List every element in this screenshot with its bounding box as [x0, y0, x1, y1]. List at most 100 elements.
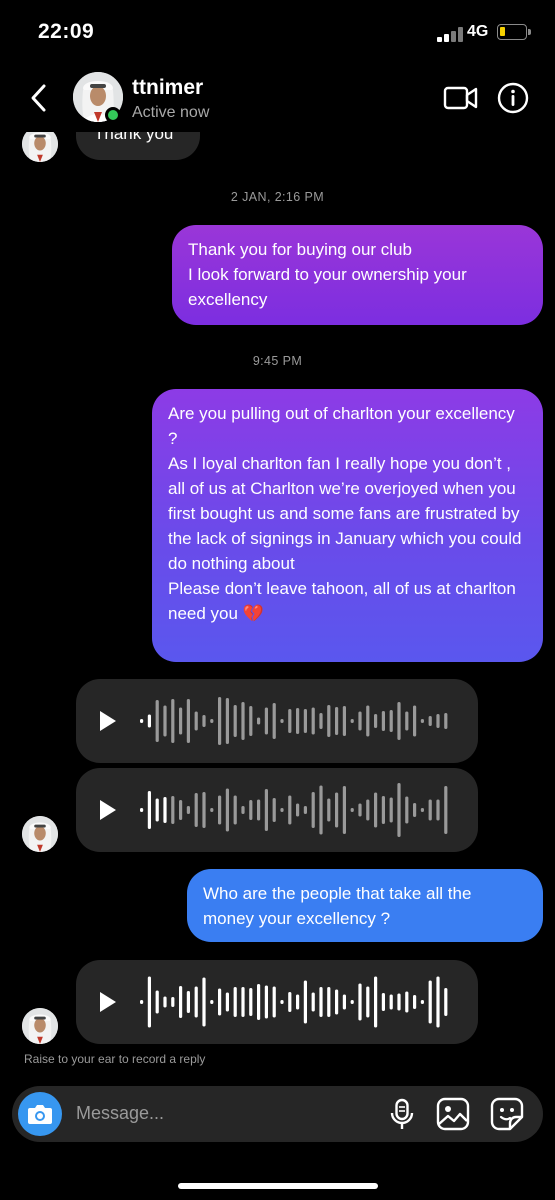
- waveform-bar: [366, 986, 370, 1018]
- signal-icon: [437, 26, 467, 42]
- waveform-bar: [202, 977, 206, 1027]
- waveform-bar: [272, 703, 276, 739]
- waveform-bar: [163, 705, 167, 737]
- back-chevron-icon[interactable]: [26, 78, 56, 118]
- waveform-bar: [444, 713, 448, 729]
- microphone-icon[interactable]: [388, 1098, 416, 1132]
- message-bubble-outgoing[interactable]: Who are the people that take all the mon…: [187, 869, 543, 942]
- waveform-bar: [303, 709, 307, 733]
- waveform-bar: [272, 986, 276, 1018]
- waveform-bar: [428, 799, 432, 821]
- status-time: 22:09: [38, 20, 95, 43]
- waveform-bar: [179, 800, 183, 820]
- waveform-bar: [140, 808, 144, 812]
- waveform-bar: [335, 707, 339, 735]
- waveform-bar: [342, 706, 346, 736]
- camera-icon[interactable]: [18, 1092, 62, 1136]
- avatar[interactable]: [22, 132, 58, 162]
- waveform-bar: [147, 976, 151, 1028]
- message-composer: Message...: [12, 1086, 543, 1142]
- avatar[interactable]: [22, 1008, 58, 1044]
- waveform-bar: [264, 985, 268, 1019]
- avatar[interactable]: [22, 816, 58, 852]
- waveform-bar: [358, 711, 362, 731]
- waveform-bar: [249, 800, 253, 820]
- message-bubble-incoming[interactable]: Thank you: [76, 132, 200, 160]
- waveform-bar: [405, 711, 409, 731]
- waveform-bar: [374, 976, 378, 1028]
- waveform-bar: [296, 994, 300, 1010]
- gallery-icon[interactable]: [436, 1097, 470, 1131]
- waveform-bar: [280, 808, 284, 812]
- online-indicator: [105, 107, 121, 123]
- waveform-bar: [264, 707, 268, 735]
- waveform-bar: [179, 707, 183, 735]
- message-text: Who are the people that take all the mon…: [203, 884, 477, 928]
- play-icon[interactable]: [100, 800, 116, 820]
- waveform-bar: [233, 987, 237, 1017]
- waveform-bar: [366, 705, 370, 737]
- waveform-bar: [257, 984, 261, 1020]
- video-call-icon[interactable]: [443, 84, 479, 112]
- waveform-bar: [397, 783, 401, 837]
- sticker-icon[interactable]: [490, 1097, 524, 1131]
- waveform-bar: [194, 793, 198, 827]
- waveform-bar: [155, 990, 159, 1014]
- voice-message[interactable]: [76, 960, 478, 1044]
- home-indicator: [178, 1183, 378, 1189]
- waveform-bar: [374, 792, 378, 828]
- contact-status: Active now: [132, 104, 210, 121]
- waveform-bar: [194, 711, 198, 731]
- message-input[interactable]: Message...: [76, 1103, 164, 1124]
- message-thread[interactable]: Thank you 2 JAN, 2:16 PM Thank you for b…: [0, 132, 555, 1072]
- waveform-bar: [210, 719, 214, 723]
- waveform-bar: [186, 699, 190, 743]
- waveform-bar: [342, 786, 346, 834]
- voice-message[interactable]: [76, 768, 478, 852]
- waveform-bar: [389, 994, 393, 1010]
- timestamp: 9:45 PM: [252, 354, 303, 368]
- waveform-bar: [358, 983, 362, 1021]
- waveform-bar: [358, 803, 362, 817]
- waveform-bar: [389, 710, 393, 732]
- waveform: [100, 976, 448, 1028]
- message-bubble-outgoing[interactable]: Are you pulling out of charlton your exc…: [152, 389, 543, 662]
- waveform-bar: [210, 808, 214, 812]
- waveform-bar: [264, 789, 268, 831]
- chat-header: ttnimer Active now: [0, 64, 555, 132]
- message-text: Are you pulling out of charlton your exc…: [168, 404, 522, 623]
- waveform-bar: [444, 988, 448, 1016]
- waveform-bar: [171, 796, 175, 824]
- waveform-bar: [350, 808, 354, 812]
- contact-name[interactable]: ttnimer: [132, 76, 203, 100]
- waveform-bar: [381, 796, 385, 824]
- waveform-bar: [257, 799, 261, 821]
- message-bubble-outgoing[interactable]: Thank you for buying our club I look for…: [172, 225, 543, 325]
- voice-message[interactable]: [76, 679, 478, 763]
- waveform-bar: [327, 987, 331, 1017]
- message-text: Thank you: [94, 132, 174, 143]
- play-icon[interactable]: [100, 711, 116, 731]
- waveform-bar: [420, 1000, 424, 1004]
- waveform-bar: [179, 986, 183, 1018]
- waveform-bar: [311, 992, 315, 1012]
- waveform-bar: [381, 993, 385, 1011]
- waveform-bar: [233, 705, 237, 737]
- waveform-bar: [155, 798, 159, 822]
- info-icon[interactable]: [497, 82, 529, 114]
- waveform-bar: [350, 719, 354, 723]
- waveform-bar: [436, 976, 440, 1028]
- waveform-bar: [241, 702, 245, 740]
- waveform-bar: [186, 806, 190, 814]
- waveform-bar: [327, 798, 331, 822]
- waveform-bar: [249, 706, 253, 736]
- waveform-bar: [272, 798, 276, 822]
- waveform-bar: [171, 997, 175, 1007]
- waveform-bar: [413, 705, 417, 737]
- waveform-bar: [163, 797, 167, 823]
- waveform-bar: [374, 714, 378, 728]
- waveform-bar: [296, 708, 300, 734]
- waveform-bar: [155, 700, 159, 742]
- play-icon[interactable]: [100, 992, 116, 1012]
- waveform-bar: [366, 799, 370, 821]
